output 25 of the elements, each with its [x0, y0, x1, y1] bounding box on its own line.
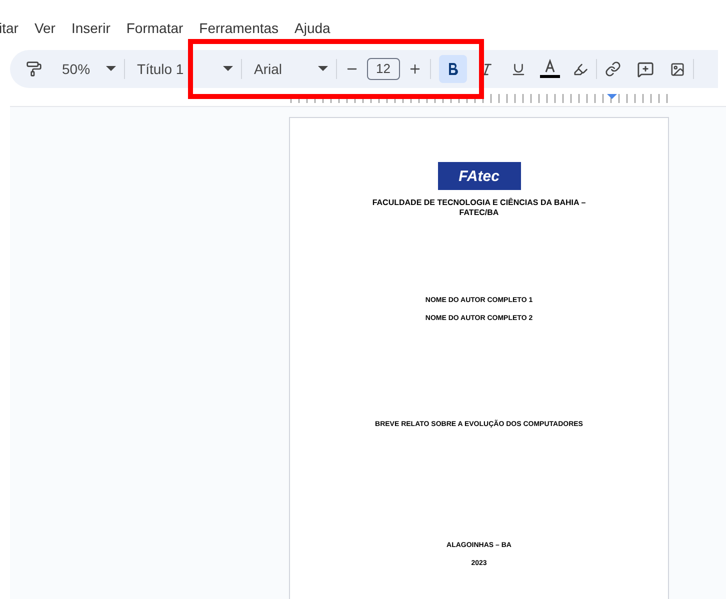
- menu-item[interactable]: Formatar: [126, 18, 184, 38]
- image-icon[interactable]: [670, 62, 684, 76]
- menu-item[interactable]: Inserir: [71, 18, 110, 38]
- menu-item[interactable]: itar: [0, 18, 18, 38]
- menu-item[interactable]: Ver: [34, 18, 56, 38]
- bold-button[interactable]: [438, 55, 466, 83]
- increase-icon[interactable]: [408, 62, 422, 76]
- menu-item[interactable]: Ajuda: [294, 18, 330, 38]
- institution-name: FACULDADE DE TECNOLOGIA E CIÊNCIAS DA BAHIA – FATEC/BA: [371, 198, 587, 218]
- comment-icon[interactable]: [636, 60, 654, 78]
- font-size-field[interactable]: 12: [367, 58, 400, 80]
- zoom-value[interactable]: 50%: [62, 58, 90, 80]
- style-value[interactable]: Título 1: [137, 58, 224, 80]
- dropdown-caret-icon[interactable]: [318, 66, 328, 72]
- font-value[interactable]: Arial: [254, 58, 318, 80]
- highlighter-icon[interactable]: [572, 62, 588, 76]
- bold-icon: [448, 63, 458, 75]
- dropdown-caret-icon[interactable]: [223, 66, 234, 72]
- menu-item[interactable]: Ferramentas: [199, 18, 279, 38]
- dropdown-caret-icon[interactable]: [106, 66, 116, 72]
- logo: FAtec: [438, 162, 520, 190]
- link-icon[interactable]: [604, 61, 620, 77]
- text-color-icon[interactable]: [538, 59, 560, 79]
- underline-icon: [511, 62, 526, 76]
- paint-format-icon[interactable]: [26, 61, 42, 77]
